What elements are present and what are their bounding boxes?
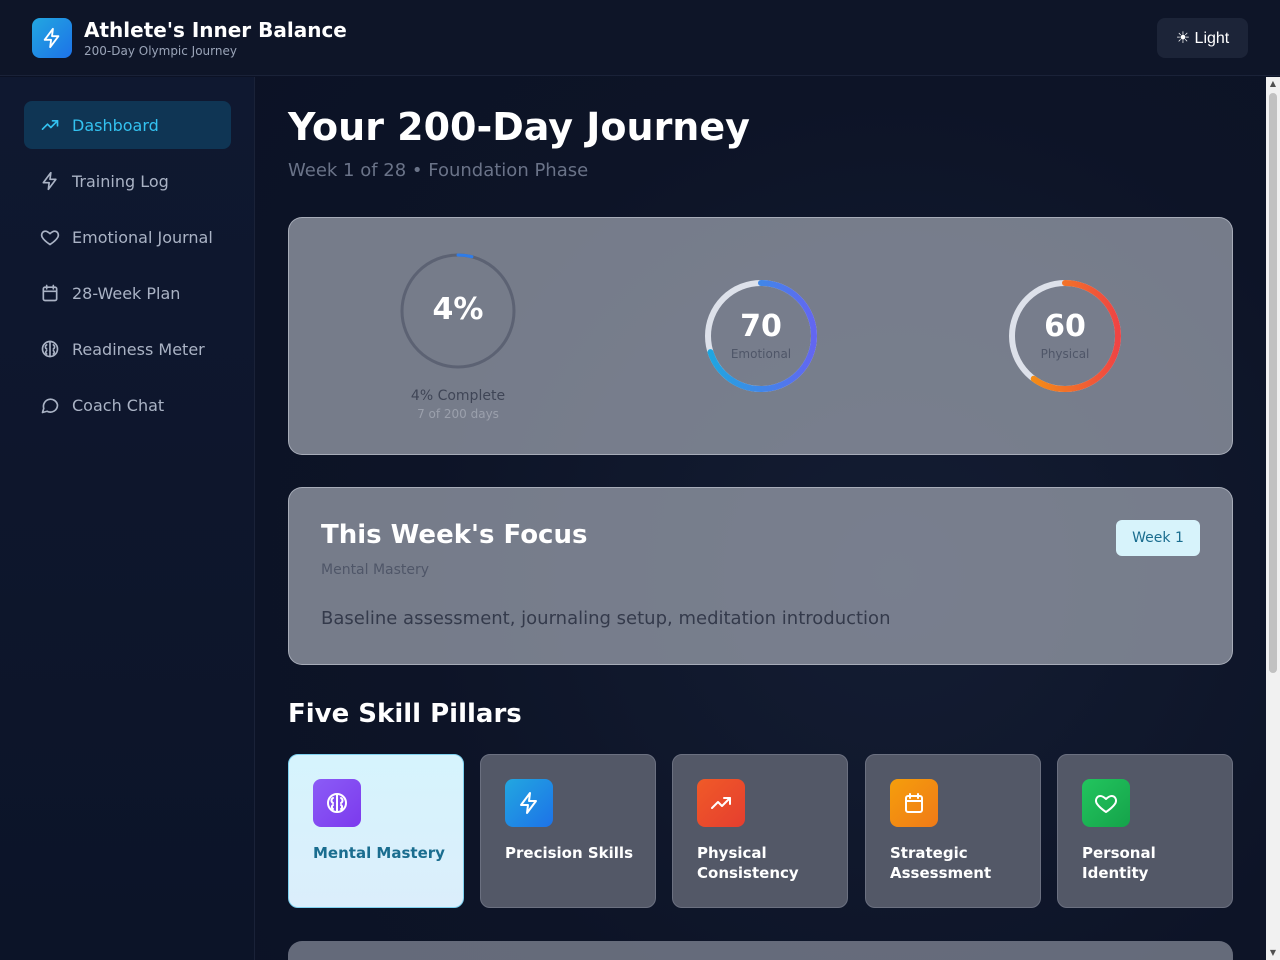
pillar-label: Physical Consistency — [697, 844, 799, 882]
physical-label: Physical — [1040, 347, 1090, 361]
stats-card: 4% 4% Complete 7 of 200 days 70 Emotiona… — [288, 217, 1233, 455]
page-subtitle: Week 1 of 28 • Foundation Phase — [288, 160, 589, 181]
sidebar-item-label: Coach Chat — [72, 395, 165, 415]
next-section-card — [288, 941, 1233, 960]
sidebar-item-28-week-plan[interactable]: 28-Week Plan — [24, 269, 231, 317]
sidebar-item-training-log[interactable]: Training Log — [24, 157, 231, 205]
focus-description: Baseline assessment, journaling setup, m… — [321, 608, 891, 629]
progress-days-label: 7 of 200 days — [417, 407, 499, 421]
sidebar-item-label: Emotional Journal — [72, 227, 213, 247]
progress-percent: 4% — [432, 292, 484, 327]
sidebar-item-label: Dashboard — [72, 115, 159, 135]
brain-icon — [40, 339, 60, 359]
pillar-label: Strategic Assessment — [890, 844, 992, 882]
logo-lightning-icon — [32, 18, 72, 58]
scrollbar[interactable]: ▲ ▼ — [1266, 77, 1280, 960]
pillar-label: Precision Skills — [505, 844, 634, 862]
pillar-card-precision-skills[interactable]: Precision Skills — [480, 754, 656, 908]
focus-subtitle: Mental Mastery — [321, 562, 430, 578]
emotional-score: 70 — [740, 309, 782, 344]
theme-toggle-label: ☀ Light — [1175, 30, 1230, 47]
heart-icon — [1082, 779, 1130, 827]
pillar-label: Personal Identity — [1082, 844, 1156, 882]
sidebar-item-label: Readiness Meter — [72, 339, 205, 359]
app-header: Athlete's Inner Balance 200-Day Olympic … — [0, 0, 1280, 76]
scroll-down-arrow-icon[interactable]: ▼ — [1266, 946, 1280, 960]
pillar-card-mental-mastery[interactable]: Mental Mastery — [288, 754, 464, 908]
week-badge: Week 1 — [1116, 520, 1200, 556]
scroll-up-arrow-icon[interactable]: ▲ — [1266, 77, 1280, 91]
sidebar-item-coach-chat[interactable]: Coach Chat — [24, 381, 231, 429]
pillar-card-personal-identity[interactable]: Personal Identity — [1057, 754, 1233, 908]
main-content: Your 200-Day Journey Week 1 of 28 • Foun… — [256, 77, 1266, 960]
app-title: Athlete's Inner Balance — [84, 18, 347, 42]
trending-up-icon — [40, 115, 60, 135]
progress-complete-label: 4% Complete — [410, 388, 506, 404]
page-title: Your 200-Day Journey — [288, 105, 750, 149]
brain-icon — [313, 779, 361, 827]
physical-score: 60 — [1044, 309, 1086, 344]
pillar-card-strategic-assessment[interactable]: Strategic Assessment — [865, 754, 1041, 908]
focus-title: This Week's Focus — [321, 520, 588, 550]
emotional-label: Emotional — [730, 347, 792, 361]
lightning-icon — [505, 779, 553, 827]
calendar-icon — [40, 283, 60, 303]
pillar-label: Mental Mastery — [313, 844, 445, 862]
sidebar-item-label: 28-Week Plan — [72, 283, 181, 303]
scroll-thumb[interactable] — [1269, 93, 1277, 673]
theme-toggle-button[interactable]: ☀ Light — [1157, 18, 1248, 58]
weekly-focus-card: This Week's Focus Mental Mastery Week 1 … — [288, 487, 1233, 665]
sidebar-item-readiness-meter[interactable]: Readiness Meter — [24, 325, 231, 373]
app-subtitle: 200-Day Olympic Journey — [84, 44, 237, 58]
chat-bubble-icon — [40, 395, 60, 415]
pillar-card-physical-consistency[interactable]: Physical Consistency — [672, 754, 848, 908]
sidebar-item-dashboard[interactable]: Dashboard — [24, 101, 231, 149]
heart-icon — [40, 227, 60, 247]
sidebar-item-label: Training Log — [72, 171, 169, 191]
lightning-icon — [40, 171, 60, 191]
sidebar: Dashboard Training Log Emotional Journal… — [0, 77, 255, 960]
pillars-title: Five Skill Pillars — [288, 699, 522, 729]
calendar-icon — [890, 779, 938, 827]
trending-up-icon — [697, 779, 745, 827]
sidebar-item-emotional-journal[interactable]: Emotional Journal — [24, 213, 231, 261]
